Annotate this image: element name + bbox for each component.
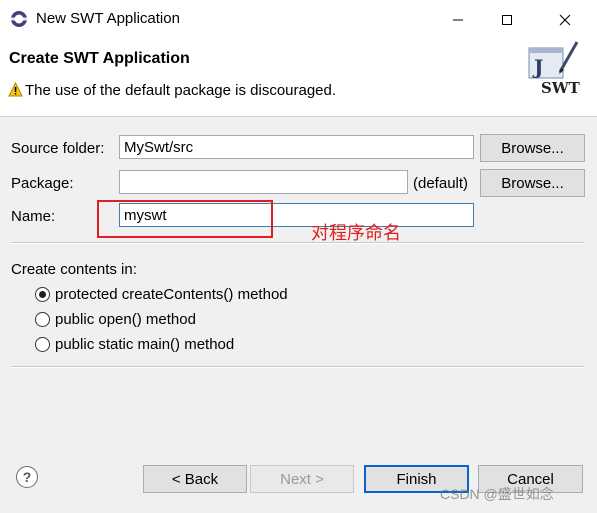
name-label: Name:: [11, 208, 56, 225]
help-icon[interactable]: ?: [16, 466, 38, 488]
source-folder-browse-button[interactable]: Browse...: [480, 134, 585, 162]
radio-option-open[interactable]: public open() method: [35, 311, 196, 328]
package-field[interactable]: [119, 170, 408, 194]
close-icon[interactable]: [554, 9, 576, 31]
svg-text:SWT: SWT: [541, 79, 581, 97]
package-label: Package:: [11, 175, 74, 192]
window-title: New SWT Application: [36, 10, 180, 27]
separator: [11, 366, 585, 368]
package-browse-button[interactable]: Browse...: [480, 169, 585, 197]
radio-label: public open() method: [55, 311, 196, 328]
warning-message: The use of the default package is discou…: [25, 82, 337, 99]
eclipse-app-icon: [10, 10, 28, 28]
separator: [11, 242, 585, 244]
swt-logo: J SWT: [522, 38, 594, 98]
next-button[interactable]: Next >: [250, 465, 354, 493]
back-button[interactable]: < Back: [143, 465, 247, 493]
package-default-hint: (default): [413, 175, 469, 192]
title-bar: New SWT Application: [0, 0, 597, 38]
radio-option-main[interactable]: public static main() method: [35, 336, 234, 353]
radio-unselected-icon[interactable]: [35, 312, 50, 327]
page-title: Create SWT Application: [9, 50, 190, 67]
source-folder-field[interactable]: [119, 135, 474, 159]
radio-label: protected createContents() method: [55, 286, 288, 303]
maximize-icon[interactable]: [496, 9, 518, 31]
radio-unselected-icon[interactable]: [35, 337, 50, 352]
create-contents-label: Create contents in:: [11, 261, 137, 278]
warning-icon: [8, 81, 23, 97]
radio-label: public static main() method: [55, 336, 235, 353]
minimize-icon[interactable]: [447, 9, 469, 31]
watermark: CSDN @盛世如念: [440, 486, 554, 502]
radio-option-create-contents[interactable]: protected createContents() method: [35, 286, 288, 303]
radio-selected-icon[interactable]: [35, 287, 50, 302]
annotation-highlight-box: [97, 200, 273, 238]
wizard-banner: Create SWT Application The use of the de…: [0, 38, 597, 117]
source-folder-label: Source folder:: [11, 140, 105, 157]
svg-text:J: J: [532, 55, 543, 79]
